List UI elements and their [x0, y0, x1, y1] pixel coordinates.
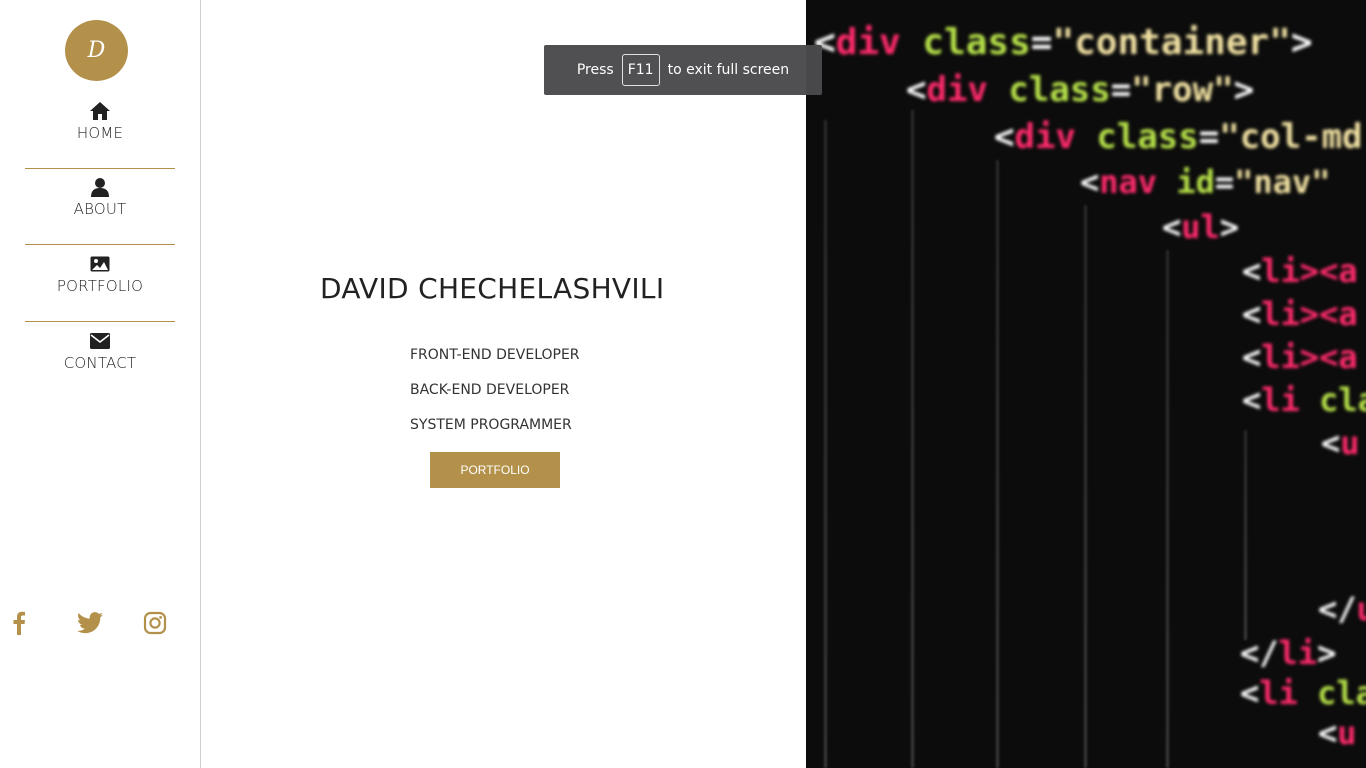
- code-token: </: [1240, 634, 1279, 672]
- indent-guide: [996, 160, 999, 768]
- hero-name: DAVID CHECHELASHVILI: [320, 272, 665, 305]
- logo-letter: D: [87, 38, 106, 63]
- role-item: BACK-END DEVELOPER: [410, 382, 570, 398]
- code-token: >: [1219, 208, 1240, 246]
- code-token: "col-md: [1219, 117, 1363, 157]
- facebook-icon[interactable]: [4, 608, 34, 638]
- code-line: </u: [1318, 590, 1366, 628]
- nav-about-label: ABOUT: [73, 200, 127, 218]
- toast-key: F11: [621, 54, 660, 86]
- code-token: li: [1261, 252, 1300, 290]
- code-token: <: [1318, 714, 1338, 752]
- code-token: <: [1242, 252, 1262, 290]
- code-line: <li><a: [1242, 295, 1358, 333]
- code-token: <: [1242, 338, 1262, 376]
- code-token: <: [906, 70, 927, 110]
- code-token: class: [1075, 117, 1199, 157]
- code-line: <li><a: [1242, 252, 1358, 290]
- code-line: </li>: [1240, 634, 1336, 672]
- code-token: u: [1340, 424, 1360, 462]
- code-token: u: [1337, 714, 1357, 752]
- portfolio-button[interactable]: PORTFOLIO: [430, 452, 560, 488]
- indent-guide: [1166, 250, 1169, 768]
- code-token: =: [1198, 117, 1220, 157]
- envelope-icon: [89, 330, 111, 352]
- image-icon: [89, 253, 111, 275]
- code-token: "row": [1131, 70, 1234, 110]
- nav-portfolio-label: PORTFOLIO: [56, 277, 144, 295]
- code-token: li: [1261, 295, 1300, 333]
- fullscreen-toast: Press F11 to exit full screen: [544, 45, 822, 95]
- code-token: ><a: [1299, 252, 1358, 290]
- nav-contact-label: CONTACT: [63, 354, 137, 372]
- code-token: <: [1240, 674, 1260, 712]
- home-icon: [89, 100, 111, 122]
- code-token: cla: [1319, 381, 1366, 419]
- toast-prefix: Press: [576, 62, 614, 78]
- code-line: <div class="col-md: [994, 117, 1363, 157]
- logo[interactable]: D: [65, 20, 128, 81]
- code-token: >: [1233, 70, 1255, 110]
- code-line: <u: [1318, 714, 1357, 752]
- code-token: =: [1030, 22, 1053, 63]
- code-token: <: [1080, 163, 1100, 201]
- code-line: <li cla: [1240, 674, 1366, 712]
- code-token: >: [1317, 634, 1337, 672]
- instagram-icon[interactable]: [140, 608, 170, 638]
- code-token: </: [1318, 590, 1357, 628]
- nav-divider: [25, 244, 175, 245]
- toast-suffix: to exit full screen: [667, 62, 790, 78]
- nav-home-label: HOME: [76, 124, 124, 142]
- indent-guide: [824, 120, 827, 768]
- code-token: "nav": [1234, 163, 1331, 201]
- code-line: <u: [1321, 424, 1360, 462]
- code-token: <: [1162, 208, 1182, 246]
- code-token: <: [994, 117, 1015, 157]
- code-token: ><a: [1299, 295, 1358, 333]
- code-token: id: [1157, 163, 1215, 201]
- nav-about[interactable]: ABOUT: [25, 176, 175, 246]
- code-token: u: [1357, 590, 1366, 628]
- nav-divider: [25, 168, 175, 169]
- code-line: <div class="row">: [906, 70, 1254, 110]
- code-token: div: [1014, 117, 1076, 157]
- code-line: <div class="container">: [814, 22, 1313, 63]
- indent-guide: [1084, 205, 1087, 768]
- code-token: nav: [1099, 163, 1158, 201]
- code-token: li: [1278, 634, 1318, 672]
- code-token: li: [1259, 674, 1298, 712]
- code-line: <li cla: [1242, 381, 1366, 419]
- code-token: <: [1242, 381, 1262, 419]
- sidebar: D HOME ABOUT PORTFOLIO CONTACT: [0, 0, 201, 768]
- nav-divider: [25, 321, 175, 322]
- indent-guide: [1244, 430, 1247, 640]
- indent-guide: [911, 110, 914, 768]
- user-icon: [89, 176, 111, 198]
- code-line: <li><a: [1242, 338, 1358, 376]
- nav-contact[interactable]: CONTACT: [25, 330, 175, 400]
- role-item: FRONT-END DEVELOPER: [410, 347, 580, 363]
- code-line: <ul>: [1162, 208, 1239, 246]
- code-token: class: [987, 70, 1111, 110]
- code-token: =: [1110, 70, 1132, 110]
- nav-portfolio[interactable]: PORTFOLIO: [25, 253, 175, 323]
- code-token: ><a: [1299, 338, 1358, 376]
- code-token: div: [926, 70, 988, 110]
- code-token: div: [835, 22, 901, 63]
- code-token: <: [1321, 424, 1341, 462]
- code-background-image: <div class="container"> <div class="row"…: [806, 0, 1366, 768]
- code-token: "container": [1052, 22, 1291, 63]
- code-token: ul: [1181, 208, 1220, 246]
- code-token: >: [1290, 22, 1313, 63]
- role-item: SYSTEM PROGRAMMER: [410, 417, 572, 433]
- code-token: <: [1242, 295, 1262, 333]
- code-token: li: [1261, 381, 1300, 419]
- code-line: <nav id="nav": [1080, 163, 1330, 201]
- code-token: cla: [1317, 674, 1366, 712]
- code-token: =: [1214, 163, 1235, 201]
- code-token: class: [900, 22, 1031, 63]
- twitter-icon[interactable]: [75, 608, 105, 638]
- nav-home[interactable]: HOME: [25, 100, 175, 170]
- code-token: li: [1261, 338, 1300, 376]
